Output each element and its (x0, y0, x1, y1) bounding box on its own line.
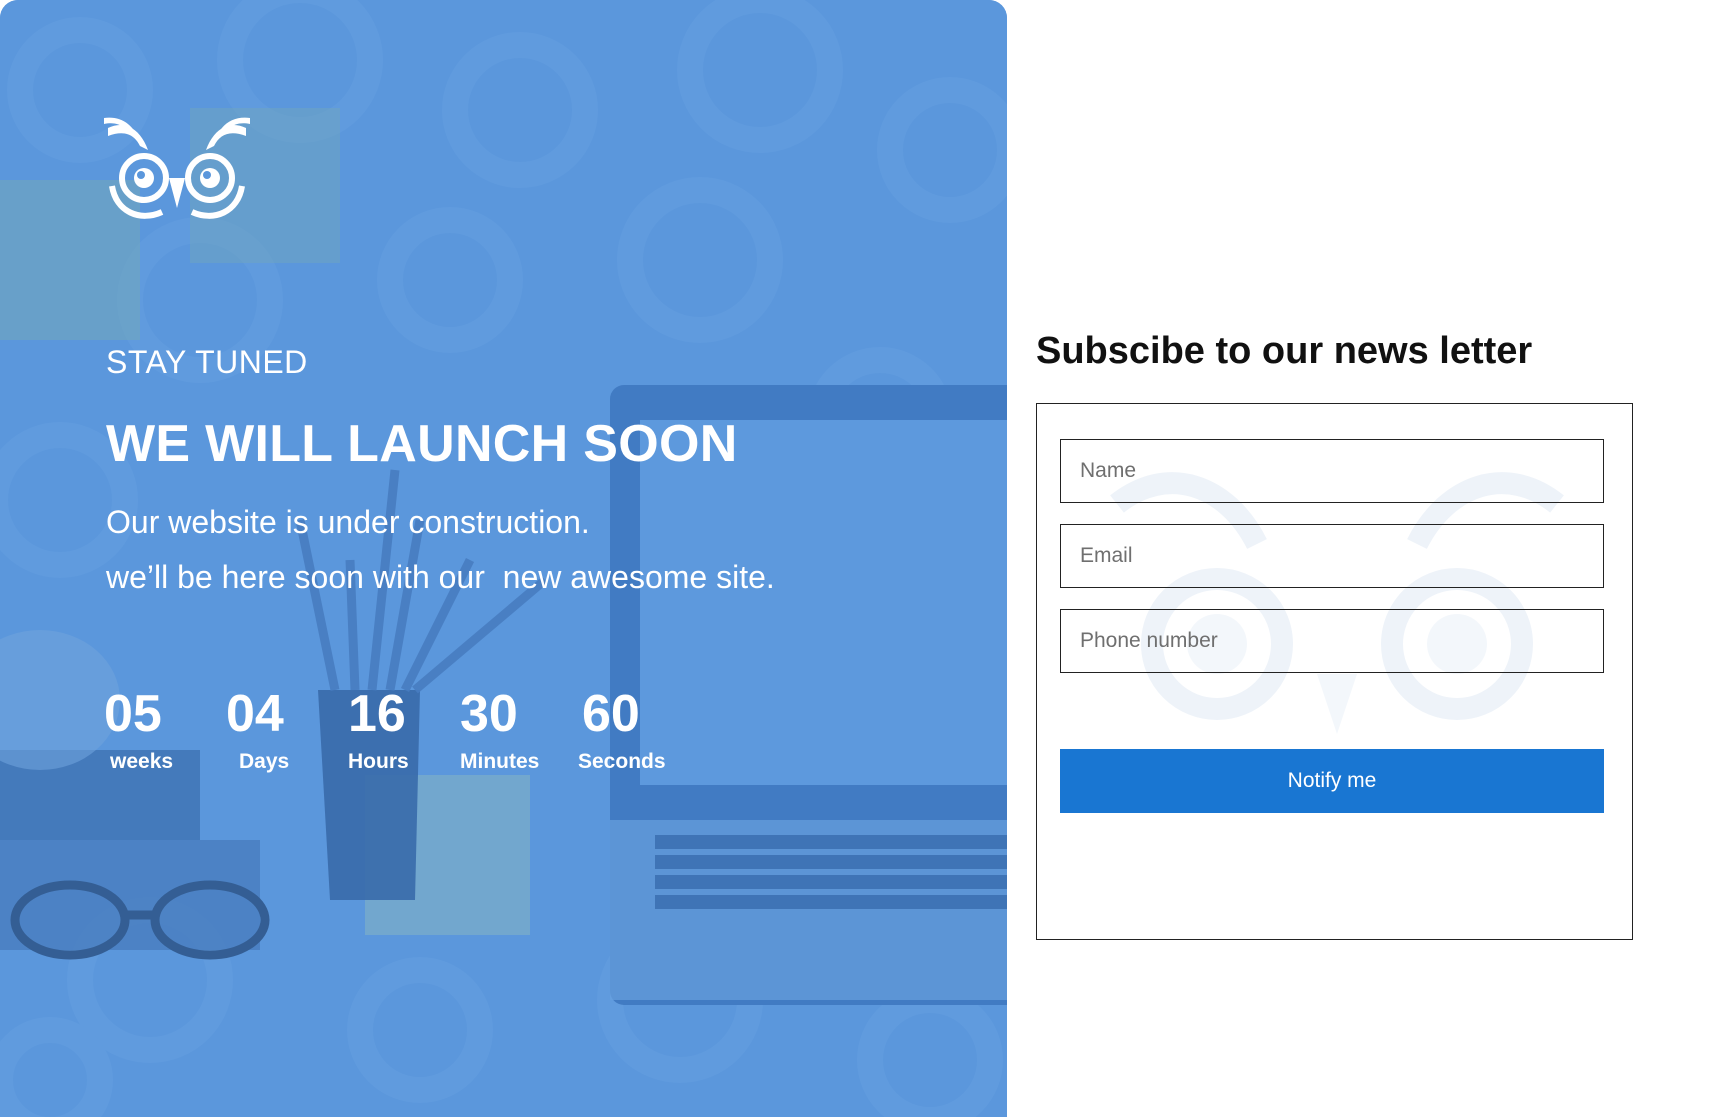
countdown-seconds-label: Seconds (578, 750, 666, 773)
owl-logo-icon (104, 117, 250, 219)
description-line-2: we’ll be here soon with our new awesome … (106, 559, 775, 595)
countdown-weeks-label: weeks (110, 750, 174, 773)
countdown-hours-value: 16 (348, 685, 406, 743)
countdown-weeks-value: 05 (104, 685, 162, 743)
notify-me-button[interactable]: Notify me (1060, 749, 1604, 813)
countdown-minutes-label: Minutes (460, 750, 540, 773)
description-line-1: Our website is under construction. (106, 504, 590, 540)
countdown-days-value: 04 (226, 685, 284, 743)
newsletter-form: Notify me (1036, 403, 1633, 940)
stay-tuned-eyebrow: STAY TUNED (106, 344, 308, 380)
launch-title: WE WILL LAUNCH SOON (106, 415, 738, 473)
name-input[interactable] (1060, 439, 1604, 503)
countdown-seconds-value: 60 (582, 685, 640, 743)
phone-number-input[interactable] (1060, 609, 1604, 673)
coming-soon-page: STAY TUNED WE WILL LAUNCH SOON Our websi… (0, 0, 1728, 1117)
hero-panel: STAY TUNED WE WILL LAUNCH SOON Our websi… (0, 0, 1007, 1117)
newsletter-title: Subscibe to our news letter (1036, 330, 1533, 372)
countdown-hours-label: Hours (348, 750, 409, 773)
countdown-days-label: Days (239, 750, 290, 773)
countdown-minutes-value: 30 (460, 685, 518, 743)
countdown-timer: 05 weeks 04 Days 16 Hours 30 Minutes 60 … (104, 684, 704, 784)
email-input[interactable] (1060, 524, 1604, 588)
